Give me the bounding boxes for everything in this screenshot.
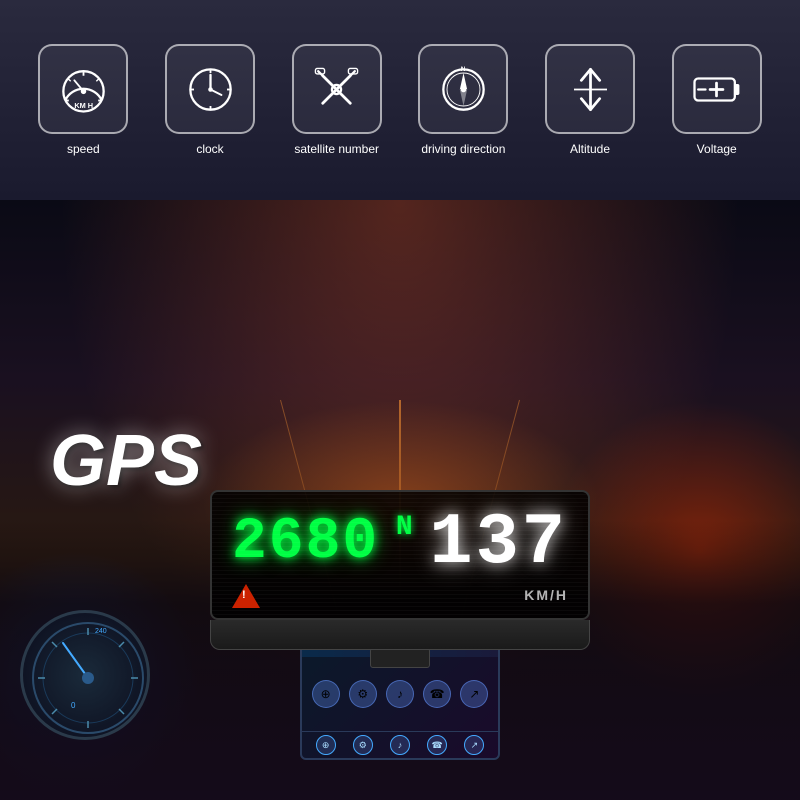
speedo-svg: 0 240 <box>23 613 150 740</box>
hud-screen: 2680 N 137 KM/H <box>210 490 590 620</box>
screen-nav-row: ⊕ ⚙ ♪ ☎ ↗ <box>302 731 498 758</box>
speed-label: speed <box>67 142 100 156</box>
satellite-icon <box>309 62 364 117</box>
screen-nav-3: ♪ <box>390 735 410 755</box>
features-bar: KM H speed <box>0 0 800 200</box>
warning-icon <box>232 584 260 608</box>
main-container: KM H speed <box>0 0 800 800</box>
satellite-icon-box <box>292 44 382 134</box>
direction-label: driving direction <box>421 142 505 156</box>
hud-green-number: 2680 <box>232 514 379 572</box>
voltage-label: Voltage <box>697 142 737 156</box>
clock-label: clock <box>196 142 223 156</box>
svg-text:N: N <box>461 66 466 73</box>
svg-text:KM H: KM H <box>74 100 93 109</box>
satellite-label: satellite number <box>294 142 379 156</box>
speedometer-icon: KM H <box>56 62 111 117</box>
voltage-icon-box <box>672 44 762 134</box>
gps-label: GPS <box>50 420 202 502</box>
speed-icon-box: KM H <box>38 44 128 134</box>
hud-base <box>210 620 590 650</box>
hud-bottom-row: KM/H <box>232 584 568 608</box>
screen-icon-2: ⚙ <box>349 680 377 708</box>
direction-icon-box: N <box>418 44 508 134</box>
altitude-icon <box>563 62 618 117</box>
feature-clock: clock <box>147 44 274 156</box>
feature-direction: N driving direction <box>400 44 527 156</box>
hud-display-row: 2680 N 137 <box>232 507 568 579</box>
hud-mount <box>370 648 430 668</box>
hud-device: 2680 N 137 KM/H <box>210 490 590 668</box>
feature-speed: KM H speed <box>20 44 147 156</box>
screen-icon-1: ⊕ <box>312 680 340 708</box>
hud-unit: KM/H <box>524 587 568 603</box>
screen-nav-2: ⚙ <box>353 735 373 755</box>
screen-icon-3: ♪ <box>386 680 414 708</box>
feature-altitude: Altitude <box>527 44 654 156</box>
car-background: GPS 2680 N 137 KM/H <box>0 200 800 800</box>
compass-icon: N <box>436 62 491 117</box>
dashboard-speedometer: 0 240 <box>20 610 150 740</box>
clock-icon <box>183 62 238 117</box>
screen-body: ⊕ ⚙ ♪ ☎ ↗ <box>302 657 498 731</box>
altitude-icon-box <box>545 44 635 134</box>
hud-n-indicator: N <box>396 512 413 543</box>
screen-nav-5: ↗ <box>464 735 484 755</box>
svg-text:0: 0 <box>71 701 76 710</box>
clock-icon-box <box>165 44 255 134</box>
hud-white-number: 137 <box>429 507 568 579</box>
svg-text:240: 240 <box>95 628 107 635</box>
battery-icon <box>689 62 744 117</box>
screen-nav-4: ☎ <box>427 735 447 755</box>
altitude-label: Altitude <box>570 142 610 156</box>
feature-voltage: Voltage <box>653 44 780 156</box>
screen-icon-4: ☎ <box>423 680 451 708</box>
screen-icon-5: ↗ <box>460 680 488 708</box>
feature-satellite: satellite number <box>273 44 400 156</box>
screen-nav-1: ⊕ <box>316 735 336 755</box>
